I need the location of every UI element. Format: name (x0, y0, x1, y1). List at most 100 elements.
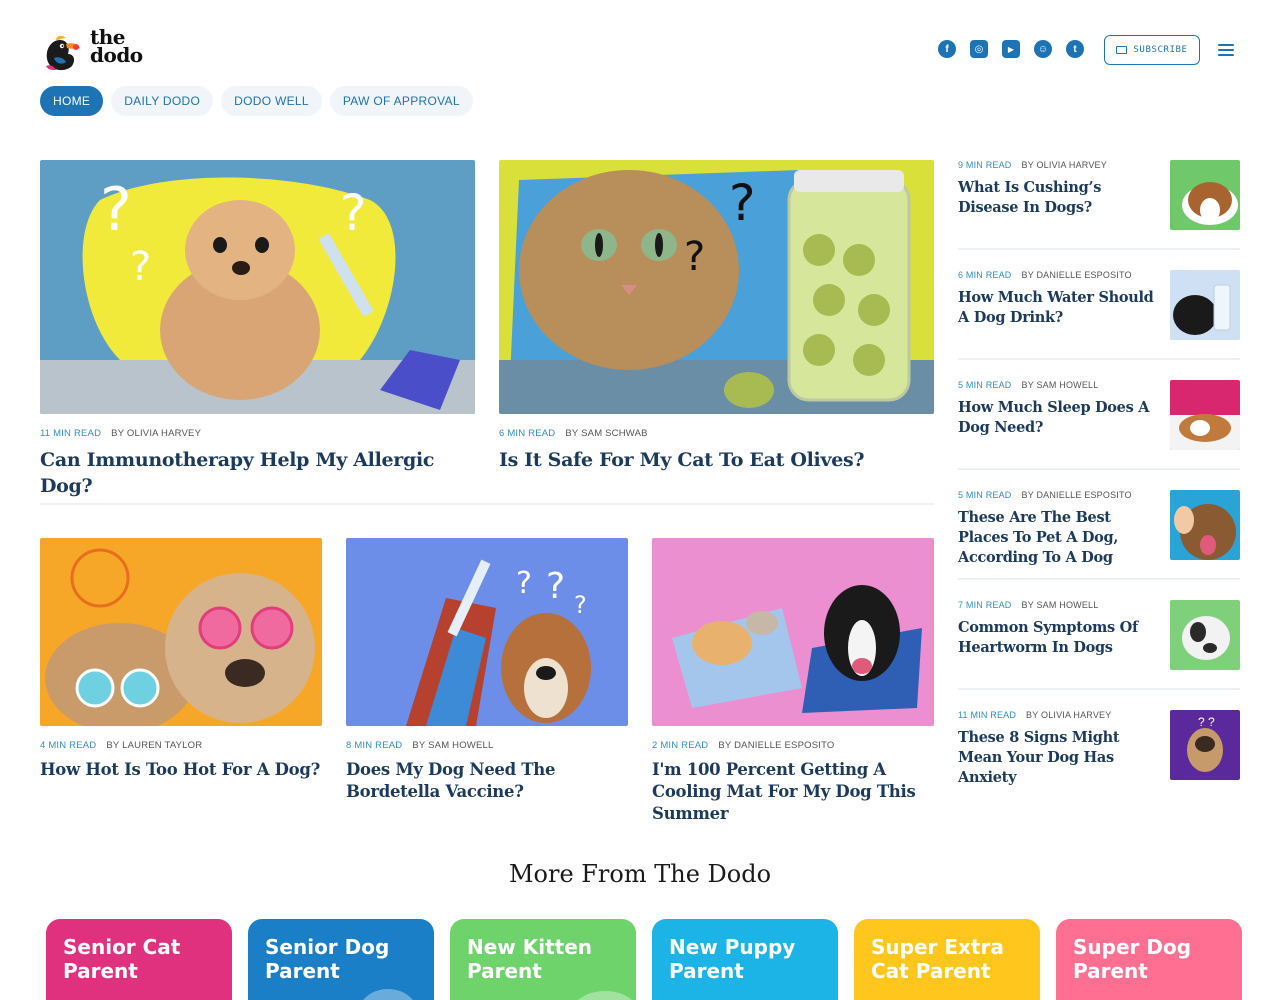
hamburger-menu-icon[interactable] (1218, 44, 1234, 56)
nav-daily-dodo[interactable]: DAILY DODO (111, 86, 214, 116)
svg-text:?: ? (729, 174, 756, 232)
instagram-icon[interactable]: ◎ (970, 40, 988, 58)
author: BY OLIVIA HARVEY (111, 428, 202, 439)
more-tiles: Senior Cat Parent Senior Dog Parent New … (46, 919, 1242, 1000)
sidebar-divider (958, 578, 1240, 580)
tile-super-extra-cat-parent[interactable]: Super Extra Cat Parent (854, 919, 1040, 1000)
article-title[interactable]: How Much Water Should A Dog Drink? (958, 288, 1158, 328)
logo-wordmark: the dodo (90, 25, 143, 67)
article-title[interactable]: How Much Sleep Does A Dog Need? (958, 398, 1158, 438)
sidebar-article[interactable]: 7 MIN READ BY SAM HOWELL Common Symptoms… (958, 600, 1240, 710)
tile-senior-cat-parent[interactable]: Senior Cat Parent (46, 919, 232, 1000)
site-header: the dodo f ◎ ▶ ☺ t SUBSCRIBE (40, 25, 1240, 72)
tile-new-kitten-parent[interactable]: New Kitten Parent (450, 919, 636, 1000)
article-card[interactable]: 2 MIN READ BY DANIELLE ESPOSITO I'm 100 … (652, 538, 934, 825)
read-time: 4 MIN READ (40, 740, 97, 751)
article-thumbnail[interactable] (1170, 160, 1240, 230)
author: BY DANIELLE ESPOSITO (718, 740, 835, 751)
article-title[interactable]: Can Immunotherapy Help My Allergic Dog? (40, 447, 475, 499)
article-meta: 4 MIN READ BY LAUREN TAYLOR (40, 740, 322, 751)
article-image-cat-olives[interactable]: ? ? (499, 160, 934, 414)
article-meta: 2 MIN READ BY DANIELLE ESPOSITO (652, 740, 934, 751)
sidebar-divider (958, 688, 1240, 690)
tile-label: Senior Dog Parent (265, 935, 390, 983)
sidebar-article[interactable]: 9 MIN READ BY OLIVIA HARVEY What Is Cush… (958, 160, 1240, 270)
svg-text:?: ? (516, 566, 532, 601)
article-thumbnail[interactable] (1170, 270, 1240, 340)
subscribe-button[interactable]: SUBSCRIBE (1104, 35, 1200, 65)
svg-text:?: ? (684, 234, 705, 280)
read-time: 11 MIN READ (958, 710, 1017, 720)
article-thumbnail[interactable] (1170, 600, 1240, 670)
more-section-heading: More From The Dodo (508, 860, 772, 888)
read-time: 5 MIN READ (958, 380, 1012, 390)
author: BY DANIELLE ESPOSITO (1021, 490, 1132, 500)
facebook-icon[interactable]: f (938, 40, 956, 58)
nav-paw-of-approval[interactable]: PAW OF APPROVAL (329, 86, 473, 116)
sidebar-divider (958, 358, 1240, 360)
article-image-bordetella[interactable]: ? ? ? (346, 538, 628, 726)
article-title[interactable]: What Is Cushing’s Disease In Dogs? (958, 178, 1158, 218)
article-title[interactable]: Common Symptoms Of Heartworm In Dogs (958, 618, 1158, 658)
tile-label: Super Extra Cat Parent (871, 935, 1004, 983)
article-title[interactable]: Is It Safe For My Cat To Eat Olives? (499, 447, 934, 473)
read-time: 8 MIN READ (346, 740, 403, 751)
article-title[interactable]: Does My Dog Need The Bordetella Vaccine? (346, 759, 628, 803)
read-time: 11 MIN READ (40, 428, 102, 439)
subscribe-label: SUBSCRIBE (1133, 45, 1188, 55)
sidebar-article[interactable]: 6 MIN READ BY DANIELLE ESPOSITO How Much… (958, 270, 1240, 380)
article-thumbnail[interactable] (1170, 490, 1240, 560)
article-title[interactable]: How Hot Is Too Hot For A Dog? (40, 759, 322, 781)
author: BY LAUREN TAYLOR (106, 740, 203, 751)
article-card[interactable]: 4 MIN READ BY LAUREN TAYLOR How Hot Is T… (40, 538, 322, 781)
feature-article[interactable]: ? ? 6 MIN READ BY SAM SCHWAB Is It Safe … (499, 160, 934, 473)
feature-article[interactable]: ? ? ? 11 MIN READ BY OLIVIA HARVEY Can I… (40, 160, 475, 499)
tile-label: Super Dog Parent (1073, 935, 1192, 983)
article-image-hot-dogs[interactable] (40, 538, 322, 726)
tile-senior-dog-parent[interactable]: Senior Dog Parent (248, 919, 434, 1000)
read-time: 6 MIN READ (499, 428, 556, 439)
social-links: f ◎ ▶ ☺ t (938, 40, 1084, 58)
article-meta: 8 MIN READ BY SAM HOWELL (346, 740, 628, 751)
dodo-bird-icon (46, 35, 80, 71)
sidebar-article[interactable]: 5 MIN READ BY SAM HOWELL How Much Sleep … (958, 380, 1240, 490)
read-time: 7 MIN READ (958, 600, 1012, 610)
author: BY SAM HOWELL (1021, 600, 1099, 610)
article-title[interactable]: I'm 100 Percent Getting A Cooling Mat Fo… (652, 759, 934, 825)
nav-dodo-well[interactable]: DODO WELL (221, 86, 322, 116)
article-image-puppy-vaccine[interactable]: ? ? ? (40, 160, 475, 414)
sidebar-article[interactable]: 5 MIN READ BY DANIELLE ESPOSITO These Ar… (958, 490, 1240, 600)
article-meta: 11 MIN READ BY OLIVIA HARVEY (40, 428, 475, 439)
svg-text:?: ? (340, 184, 367, 242)
author: BY OLIVIA HARVEY (1026, 710, 1112, 720)
twitter-icon[interactable]: t (1066, 40, 1084, 58)
article-thumbnail[interactable]: ? ? (1170, 710, 1240, 780)
logo[interactable]: the dodo (40, 25, 150, 72)
section-divider (40, 503, 934, 505)
author: BY SAM HOWELL (412, 740, 494, 751)
tile-new-puppy-parent[interactable]: New Puppy Parent (652, 919, 838, 1000)
article-title[interactable]: These Are The Best Places To Pet A Dog, … (958, 508, 1158, 568)
article-meta: 6 MIN READ BY SAM SCHWAB (499, 428, 934, 439)
tile-label: New Kitten Parent (467, 935, 593, 983)
read-time: 6 MIN READ (958, 270, 1012, 280)
sidebar-divider (958, 468, 1240, 470)
tile-super-dog-parent[interactable]: Super Dog Parent (1056, 919, 1242, 1000)
article-thumbnail[interactable] (1170, 380, 1240, 450)
article-card[interactable]: ? ? ? 8 MIN READ BY SAM HOWELL Does My D… (346, 538, 628, 803)
author: BY SAM SCHWAB (565, 428, 648, 439)
article-image-cooling-mat[interactable] (652, 538, 934, 726)
youtube-icon[interactable]: ▶ (1002, 40, 1020, 58)
sidebar-divider (958, 248, 1240, 250)
author: BY SAM HOWELL (1021, 380, 1099, 390)
sidebar-article[interactable]: 11 MIN READ BY OLIVIA HARVEY These 8 Sig… (958, 710, 1240, 820)
svg-text:?: ? (546, 566, 565, 607)
tile-label: Senior Cat Parent (63, 935, 181, 983)
snapchat-icon[interactable]: ☺ (1034, 40, 1052, 58)
author: BY OLIVIA HARVEY (1021, 160, 1107, 170)
svg-text:?: ? (130, 244, 151, 290)
article-title[interactable]: These 8 Signs Might Mean Your Dog Has An… (958, 728, 1158, 788)
author: BY DANIELLE ESPOSITO (1021, 270, 1132, 280)
section-nav: HOME DAILY DODO DODO WELL PAW OF APPROVA… (40, 86, 473, 116)
nav-home[interactable]: HOME (40, 86, 104, 116)
